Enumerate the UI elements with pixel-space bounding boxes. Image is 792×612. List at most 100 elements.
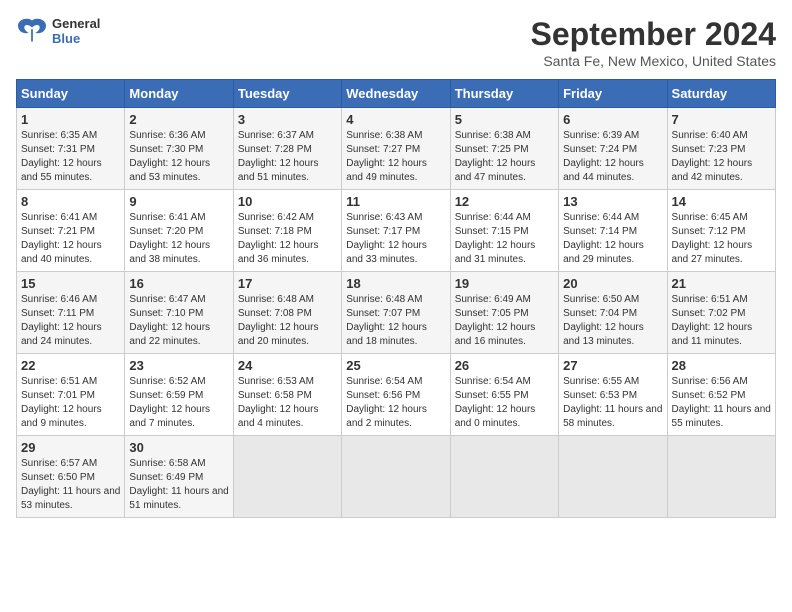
page-header: General Blue September 2024 Santa Fe, Ne… bbox=[16, 16, 776, 69]
calendar-subtitle: Santa Fe, New Mexico, United States bbox=[531, 53, 776, 69]
calendar-cell bbox=[559, 436, 667, 518]
calendar-cell: 22 Sunrise: 6:51 AMSunset: 7:01 PMDayligh… bbox=[17, 354, 125, 436]
header-friday: Friday bbox=[559, 80, 667, 108]
logo-text: General Blue bbox=[52, 16, 100, 46]
calendar-cell: 11Sunrise: 6:43 AMSunset: 7:17 PMDayligh… bbox=[342, 190, 450, 272]
day-number: 19 bbox=[455, 276, 554, 291]
calendar-body: 1Sunrise: 6:35 AMSunset: 7:31 PMDaylight… bbox=[17, 108, 776, 518]
calendar-row: 8 Sunrise: 6:41 AMSunset: 7:21 PMDaylight… bbox=[17, 190, 776, 272]
day-number: 1 bbox=[21, 112, 120, 127]
day-info: Sunrise: 6:53 AMSunset: 6:58 PMDaylight:… bbox=[238, 375, 337, 431]
header-monday: Monday bbox=[125, 80, 233, 108]
calendar-cell: 19 Sunrise: 6:49 AMSunset: 7:05 PMDayligh… bbox=[450, 272, 558, 354]
calendar-cell: 8 Sunrise: 6:41 AMSunset: 7:21 PMDaylight… bbox=[17, 190, 125, 272]
day-number: 16 bbox=[129, 276, 228, 291]
calendar-row: 29Sunrise: 6:57 AMSunset: 6:50 PMDayligh… bbox=[17, 436, 776, 518]
day-number: 13 bbox=[563, 194, 662, 209]
day-number: 14 bbox=[672, 194, 771, 209]
calendar-row: 15Sunrise: 6:46 AMSunset: 7:11 PMDayligh… bbox=[17, 272, 776, 354]
day-info: Sunrise: 6:50 AMSunset: 7:04 PMDaylight:… bbox=[563, 293, 662, 349]
calendar-cell: 7 Sunrise: 6:40 AMSunset: 7:23 PMDaylight… bbox=[667, 108, 775, 190]
calendar-cell: 30 Sunrise: 6:58 AMSunset: 6:49 PMDayligh… bbox=[125, 436, 233, 518]
calendar-cell: 10 Sunrise: 6:42 AMSunset: 7:18 PMDayligh… bbox=[233, 190, 341, 272]
day-info: Sunrise: 6:45 AMSunset: 7:12 PMDaylight:… bbox=[672, 211, 771, 267]
day-number: 7 bbox=[672, 112, 771, 127]
calendar-cell: 26 Sunrise: 6:54 AMSunset: 6:55 PMDayligh… bbox=[450, 354, 558, 436]
calendar-cell bbox=[667, 436, 775, 518]
day-info: Sunrise: 6:44 AMSunset: 7:14 PMDaylight:… bbox=[563, 211, 662, 267]
calendar-cell: 6Sunrise: 6:39 AMSunset: 7:24 PMDaylight… bbox=[559, 108, 667, 190]
calendar-title-section: September 2024 Santa Fe, New Mexico, Uni… bbox=[531, 16, 776, 69]
calendar-cell: 20 Sunrise: 6:50 AMSunset: 7:04 PMDayligh… bbox=[559, 272, 667, 354]
day-info: Sunrise: 6:48 AMSunset: 7:07 PMDaylight:… bbox=[346, 293, 445, 349]
calendar-cell bbox=[450, 436, 558, 518]
day-number: 15 bbox=[21, 276, 120, 291]
calendar-cell: 9 Sunrise: 6:41 AMSunset: 7:20 PMDaylight… bbox=[125, 190, 233, 272]
calendar-title: September 2024 bbox=[531, 16, 776, 53]
calendar-cell: 27 Sunrise: 6:55 AMSunset: 6:53 PMDayligh… bbox=[559, 354, 667, 436]
day-info: Sunrise: 6:40 AMSunset: 7:23 PMDaylight:… bbox=[672, 129, 771, 185]
day-number: 20 bbox=[563, 276, 662, 291]
calendar-cell: 1Sunrise: 6:35 AMSunset: 7:31 PMDaylight… bbox=[17, 108, 125, 190]
header-tuesday: Tuesday bbox=[233, 80, 341, 108]
header-sunday: Sunday bbox=[17, 80, 125, 108]
day-number: 26 bbox=[455, 358, 554, 373]
calendar-cell: 4Sunrise: 6:38 AMSunset: 7:27 PMDaylight… bbox=[342, 108, 450, 190]
header-thursday: Thursday bbox=[450, 80, 558, 108]
day-info: Sunrise: 6:38 AMSunset: 7:25 PMDaylight:… bbox=[455, 129, 554, 185]
header-saturday: Saturday bbox=[667, 80, 775, 108]
calendar-header: Sunday Monday Tuesday Wednesday Thursday… bbox=[17, 80, 776, 108]
day-number: 17 bbox=[238, 276, 337, 291]
day-info: Sunrise: 6:49 AMSunset: 7:05 PMDaylight:… bbox=[455, 293, 554, 349]
day-number: 3 bbox=[238, 112, 337, 127]
day-info: Sunrise: 6:58 AMSunset: 6:49 PMDaylight:… bbox=[129, 457, 228, 513]
logo-icon bbox=[16, 17, 48, 45]
day-info: Sunrise: 6:54 AMSunset: 6:56 PMDaylight:… bbox=[346, 375, 445, 431]
day-info: Sunrise: 6:54 AMSunset: 6:55 PMDaylight:… bbox=[455, 375, 554, 431]
day-info: Sunrise: 6:51 AMSunset: 7:01 PMDaylight:… bbox=[21, 375, 120, 431]
calendar-row: 1Sunrise: 6:35 AMSunset: 7:31 PMDaylight… bbox=[17, 108, 776, 190]
day-info: Sunrise: 6:47 AMSunset: 7:10 PMDaylight:… bbox=[129, 293, 228, 349]
header-wednesday: Wednesday bbox=[342, 80, 450, 108]
calendar-cell: 17 Sunrise: 6:48 AMSunset: 7:08 PMDayligh… bbox=[233, 272, 341, 354]
day-info: Sunrise: 6:38 AMSunset: 7:27 PMDaylight:… bbox=[346, 129, 445, 185]
calendar-cell bbox=[342, 436, 450, 518]
calendar-row: 22 Sunrise: 6:51 AMSunset: 7:01 PMDayligh… bbox=[17, 354, 776, 436]
day-number: 25 bbox=[346, 358, 445, 373]
day-number: 8 bbox=[21, 194, 120, 209]
day-info: Sunrise: 6:39 AMSunset: 7:24 PMDaylight:… bbox=[563, 129, 662, 185]
day-number: 23 bbox=[129, 358, 228, 373]
day-info: Sunrise: 6:52 AMSunset: 6:59 PMDaylight:… bbox=[129, 375, 228, 431]
day-number: 21 bbox=[672, 276, 771, 291]
calendar-cell: 3 Sunrise: 6:37 AMSunset: 7:28 PMDaylight… bbox=[233, 108, 341, 190]
day-info: Sunrise: 6:51 AMSunset: 7:02 PMDaylight:… bbox=[672, 293, 771, 349]
day-info: Sunrise: 6:56 AMSunset: 6:52 PMDaylight:… bbox=[672, 375, 771, 431]
calendar-cell: 2Sunrise: 6:36 AMSunset: 7:30 PMDaylight… bbox=[125, 108, 233, 190]
day-number: 30 bbox=[129, 440, 228, 455]
calendar-cell: 21 Sunrise: 6:51 AMSunset: 7:02 PMDayligh… bbox=[667, 272, 775, 354]
day-number: 12 bbox=[455, 194, 554, 209]
day-number: 22 bbox=[21, 358, 120, 373]
day-info: Sunrise: 6:55 AMSunset: 6:53 PMDaylight:… bbox=[563, 375, 662, 431]
day-number: 18 bbox=[346, 276, 445, 291]
calendar-cell: 18 Sunrise: 6:48 AMSunset: 7:07 PMDayligh… bbox=[342, 272, 450, 354]
day-number: 10 bbox=[238, 194, 337, 209]
header-row: Sunday Monday Tuesday Wednesday Thursday… bbox=[17, 80, 776, 108]
calendar-table: Sunday Monday Tuesday Wednesday Thursday… bbox=[16, 79, 776, 518]
day-number: 28 bbox=[672, 358, 771, 373]
calendar-cell: 12Sunrise: 6:44 AMSunset: 7:15 PMDayligh… bbox=[450, 190, 558, 272]
day-info: Sunrise: 6:42 AMSunset: 7:18 PMDaylight:… bbox=[238, 211, 337, 267]
calendar-cell: 29Sunrise: 6:57 AMSunset: 6:50 PMDayligh… bbox=[17, 436, 125, 518]
day-info: Sunrise: 6:37 AMSunset: 7:28 PMDaylight:… bbox=[238, 129, 337, 185]
day-number: 9 bbox=[129, 194, 228, 209]
day-info: Sunrise: 6:48 AMSunset: 7:08 PMDaylight:… bbox=[238, 293, 337, 349]
calendar-cell: 28 Sunrise: 6:56 AMSunset: 6:52 PMDayligh… bbox=[667, 354, 775, 436]
day-number: 27 bbox=[563, 358, 662, 373]
day-info: Sunrise: 6:57 AMSunset: 6:50 PMDaylight:… bbox=[21, 457, 120, 513]
day-number: 5 bbox=[455, 112, 554, 127]
day-info: Sunrise: 6:41 AMSunset: 7:20 PMDaylight:… bbox=[129, 211, 228, 267]
calendar-cell: 16 Sunrise: 6:47 AMSunset: 7:10 PMDayligh… bbox=[125, 272, 233, 354]
day-info: Sunrise: 6:41 AMSunset: 7:21 PMDaylight:… bbox=[21, 211, 120, 267]
calendar-cell bbox=[233, 436, 341, 518]
day-number: 11 bbox=[346, 194, 445, 209]
